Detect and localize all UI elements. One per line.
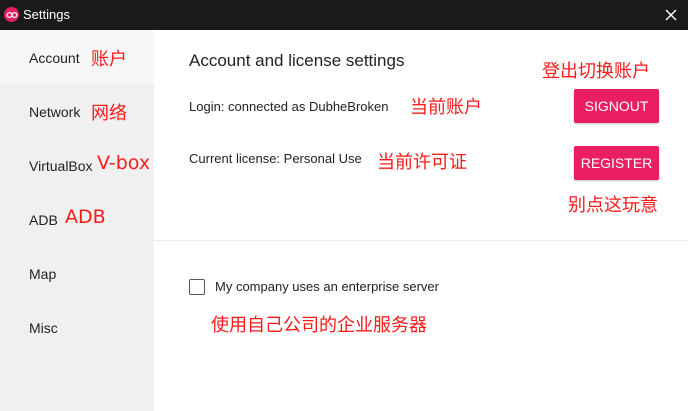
- login-annotation: 当前账户: [410, 97, 482, 118]
- login-status-text: Login: connected as DubheBroken: [189, 99, 389, 114]
- sidebar-item-misc[interactable]: Misc: [0, 300, 154, 354]
- license-annotation: 当前许可证: [377, 152, 467, 173]
- enterprise-annotation: 使用自己公司的企业服务器: [211, 315, 427, 336]
- window-title: Settings: [23, 7, 70, 22]
- sidebar-annotation: ADB: [65, 206, 106, 228]
- license-status-text: Current license: Personal Use: [189, 151, 362, 166]
- sidebar-item-account[interactable]: Account 账户: [0, 30, 154, 84]
- sidebar-item-adb[interactable]: ADB ADB: [0, 192, 154, 246]
- close-icon: [665, 9, 677, 21]
- enterprise-server-label[interactable]: My company uses an enterprise server: [215, 279, 439, 294]
- register-annotation: 别点这玩意: [568, 195, 658, 216]
- page-title: Account and license settings: [189, 51, 405, 70]
- sidebar-item-network[interactable]: Network 网络: [0, 84, 154, 138]
- sidebar-item-label: VirtualBox: [29, 158, 93, 174]
- account-settings-panel: Account and license settings Login: conn…: [154, 30, 688, 411]
- infinity-logo-icon: [4, 7, 19, 22]
- close-button[interactable]: [654, 0, 688, 30]
- enterprise-server-checkbox[interactable]: [189, 279, 205, 295]
- sidebar-annotation: 账户: [91, 49, 127, 70]
- signout-annotation: 登出切换账户: [542, 61, 650, 82]
- register-button[interactable]: REGISTER: [574, 146, 659, 180]
- sidebar-item-label: Misc: [29, 320, 58, 336]
- section-divider: [154, 240, 688, 241]
- sidebar-item-virtualbox[interactable]: VirtualBox V-box: [0, 138, 154, 192]
- settings-window: Settings Account 账户 Network 网络 VirtualBo…: [0, 0, 688, 411]
- sidebar: Account 账户 Network 网络 VirtualBox V-box A…: [0, 30, 154, 411]
- sidebar-item-map[interactable]: Map: [0, 246, 154, 300]
- title-bar: Settings: [0, 0, 688, 30]
- sidebar-item-label: Network: [29, 104, 81, 120]
- sidebar-annotation: V-box: [97, 152, 151, 174]
- sidebar-item-label: Map: [29, 266, 57, 282]
- signout-button[interactable]: SIGNOUT: [574, 89, 659, 123]
- sidebar-annotation: 网络: [91, 103, 127, 124]
- sidebar-item-label: ADB: [29, 212, 58, 228]
- sidebar-item-label: Account: [29, 50, 80, 66]
